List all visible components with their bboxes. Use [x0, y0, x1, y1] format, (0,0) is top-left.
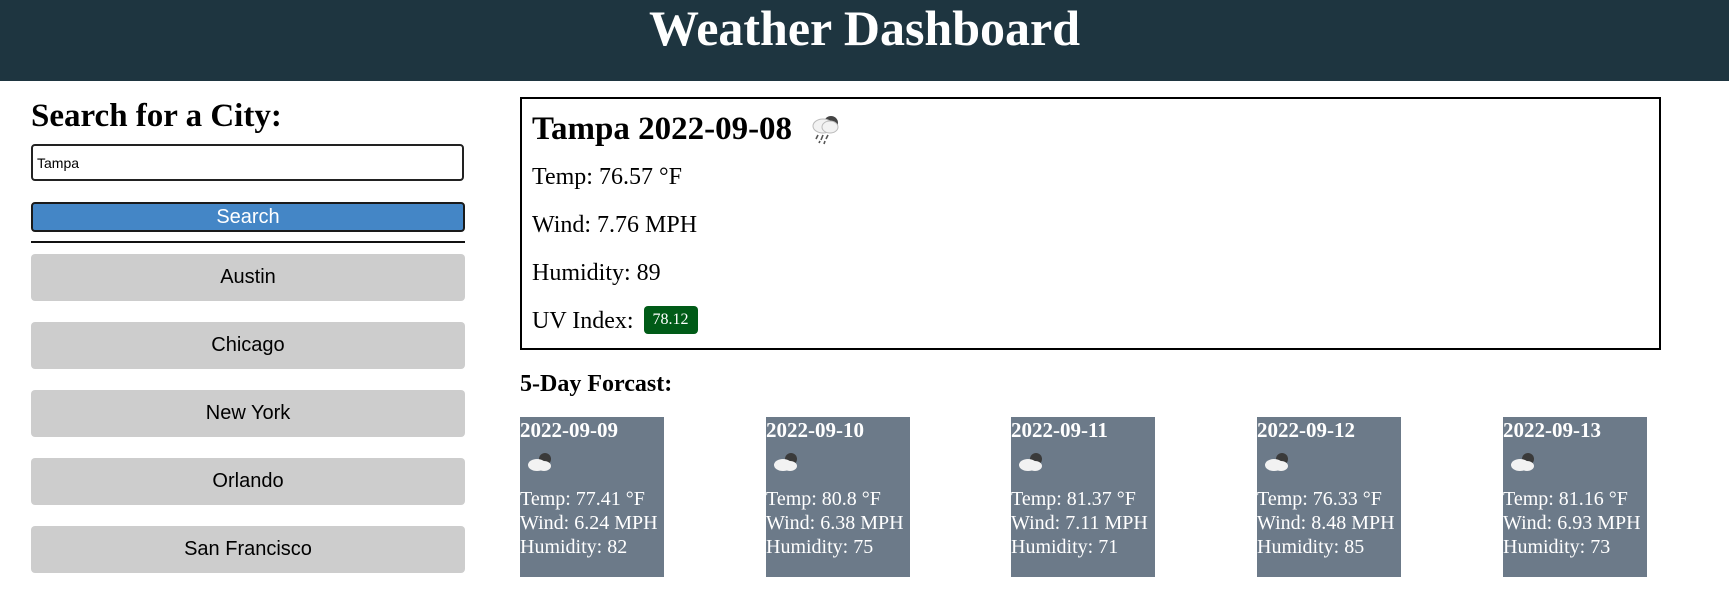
forecast-humidity: Humidity: 73 [1503, 536, 1611, 558]
forecast-date: 2022-09-13 [1503, 418, 1601, 442]
cloud-icon [1265, 453, 1288, 471]
current-city-date: Tampa 2022-09-08 [532, 111, 793, 147]
forecast-card-day-5: 2022-09-13 Temp: 81.16 °F Wind: 6.93 MPH… [1503, 417, 1647, 577]
forecast-humidity: Humidity: 85 [1257, 536, 1365, 558]
forecast-humidity: Humidity: 82 [520, 536, 628, 558]
forecast-card-day-4: 2022-09-12 Temp: 76.33 °F Wind: 8.48 MPH… [1257, 417, 1401, 577]
header-bar: Weather Dashboard [0, 0, 1729, 81]
forecast-wind: Wind: 6.24 MPH [520, 512, 658, 534]
page-title: Weather Dashboard [648, 0, 1081, 56]
divider [31, 241, 465, 243]
uv-label: UV Index: [532, 308, 634, 334]
current-wind: Wind: 7.76 MPH [532, 212, 698, 238]
forecast-wind: Wind: 6.38 MPH [766, 512, 904, 534]
cloud-icon [1019, 453, 1042, 471]
cloud-icon [774, 453, 797, 471]
cloud-icon [528, 453, 551, 471]
forecast-date: 2022-09-09 [520, 418, 618, 442]
forecast-card-day-3: 2022-09-11 Temp: 81.37 °F Wind: 7.11 MPH… [1011, 417, 1155, 577]
forecast-temp: Temp: 81.37 °F [1011, 488, 1136, 510]
forecast-wind: Wind: 8.48 MPH [1257, 512, 1395, 534]
current-weather-card: Tampa 2022-09-08 Temp: 76.57 °F Wind: 7.… [520, 97, 1661, 350]
forecast-temp: Temp: 80.8 °F [766, 488, 881, 510]
forecast-temp: Temp: 81.16 °F [1503, 488, 1628, 510]
current-weather-header: Tampa 2022-09-08 [532, 109, 844, 149]
current-humidity: Humidity: 89 [532, 260, 661, 286]
history-button-orlando[interactable]: Orlando [31, 458, 465, 505]
history-button-new-york[interactable]: New York [31, 390, 465, 437]
forecast-heading: 5-Day Forcast: [520, 371, 673, 397]
forecast-date: 2022-09-11 [1011, 418, 1108, 442]
forecast-wind: Wind: 6.93 MPH [1503, 512, 1641, 534]
forecast-date: 2022-09-10 [766, 418, 864, 442]
forecast-date: 2022-09-12 [1257, 418, 1355, 442]
forecast-card-day-1: 2022-09-09 Temp: 77.41 °F Wind: 6.24 MPH… [520, 417, 664, 577]
rain-cloud-icon [812, 116, 839, 145]
history-button-chicago[interactable]: Chicago [31, 322, 465, 369]
cloud-icon [1511, 453, 1534, 471]
forecast-temp: Temp: 77.41 °F [520, 488, 645, 510]
forecast-wind: Wind: 7.11 MPH [1011, 512, 1148, 534]
forecast-humidity: Humidity: 71 [1011, 536, 1119, 558]
forecast-card-day-2: 2022-09-10 Temp: 80.8 °F Wind: 6.38 MPH … [766, 417, 910, 577]
current-temp: Temp: 76.57 °F [532, 164, 682, 190]
city-search-input[interactable] [31, 144, 464, 181]
uv-index-badge: 78.12 [643, 306, 698, 335]
forecast-temp: Temp: 76.33 °F [1257, 488, 1382, 510]
history-button-san-francisco[interactable]: San Francisco [31, 526, 465, 573]
search-button[interactable]: Search [31, 202, 465, 232]
history-button-austin[interactable]: Austin [31, 254, 465, 301]
forecast-humidity: Humidity: 75 [766, 536, 874, 558]
search-heading: Search for a City: [31, 98, 282, 134]
current-uv: UV Index: 78.12 [532, 306, 698, 336]
